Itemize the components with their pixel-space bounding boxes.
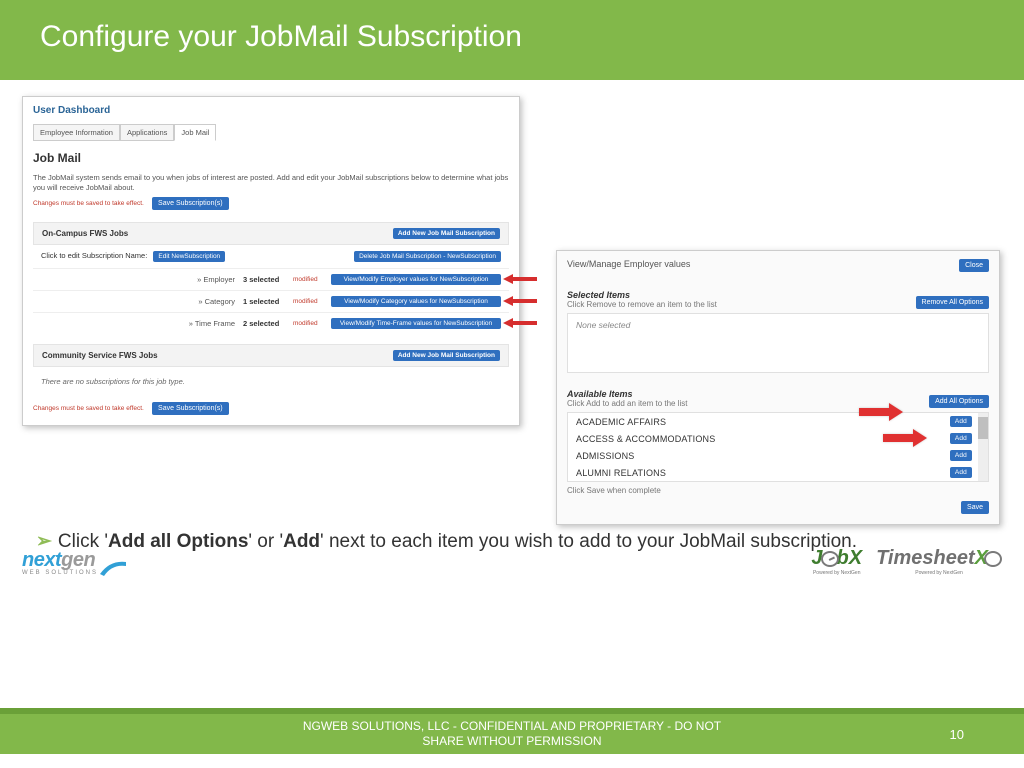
- footer-line2: SHARE WITHOUT PERMISSION: [422, 734, 601, 748]
- jobmail-heading: Job Mail: [33, 151, 509, 165]
- view-timeframe-button[interactable]: View/Modify Time-Frame values for NewSub…: [331, 318, 501, 329]
- swoosh-icon: [100, 560, 126, 576]
- attr-selected-category: 1 selected: [243, 297, 285, 306]
- view-employer-button[interactable]: View/Modify Employer values for NewSubsc…: [331, 274, 501, 285]
- selected-items-list: None selected: [567, 313, 989, 373]
- item-label: ACCESS & ACCOMMODATIONS: [576, 434, 715, 444]
- list-item: ALUMNI RELATIONS Add: [568, 464, 988, 481]
- logos-row: nextgen WEB SOLUTIONS JJbXbX Powered by …: [0, 524, 1024, 576]
- section-oncampus: On-Campus FWS Jobs Add New Job Mail Subs…: [33, 222, 509, 245]
- selected-items-hint: Click Remove to remove an item to the li…: [567, 300, 717, 309]
- add-button[interactable]: Add: [950, 467, 972, 478]
- edit-subscription-button[interactable]: Edit NewSubscription: [153, 251, 225, 262]
- list-item: ADMISSIONS Add: [568, 447, 988, 464]
- attr-row-category: » Category 1 selected modified View/Modi…: [33, 290, 509, 312]
- tab-row: Employee Information Applications Job Ma…: [33, 124, 509, 141]
- attr-label-employer: » Employer: [175, 275, 235, 284]
- save-subscriptions-button-2[interactable]: Save Subscription(s): [152, 402, 229, 415]
- edit-label: Click to edit Subscription Name:: [41, 251, 147, 260]
- add-all-options-button[interactable]: Add All Options: [929, 395, 989, 408]
- right-logos: JJbXbX Powered by NextGen TimesheetX Pow…: [811, 547, 1002, 576]
- delete-subscription-button[interactable]: Delete Job Mail Subscription - NewSubscr…: [354, 251, 501, 262]
- arrow-icon: [503, 274, 537, 284]
- clock-icon: [984, 551, 1002, 567]
- view-category-button[interactable]: View/Modify Category values for NewSubsc…: [331, 296, 501, 307]
- attr-selected-timeframe: 2 selected: [243, 319, 285, 328]
- item-label: ADMISSIONS: [576, 451, 635, 461]
- available-items-hint: Click Add to add an item to the list: [567, 399, 688, 408]
- logo-gen: gen: [61, 549, 95, 571]
- arrow-icon: [883, 429, 927, 447]
- intro-text: The JobMail system sends email to you wh…: [33, 173, 509, 193]
- clock-icon: [821, 551, 839, 567]
- tab-job-mail[interactable]: Job Mail: [174, 124, 216, 141]
- manage-title: View/Manage Employer values: [567, 259, 690, 269]
- add-button[interactable]: Add: [950, 450, 972, 461]
- edit-row: Click to edit Subscription Name: Edit Ne…: [33, 245, 509, 268]
- section-oncampus-title: On-Campus FWS Jobs: [42, 229, 128, 238]
- logo-sub: WEB SOLUTIONS: [22, 570, 98, 576]
- tsx-sub: Powered by NextGen: [876, 570, 1002, 576]
- available-items-title: Available Items: [567, 389, 688, 399]
- left-screenshot: User Dashboard Employee Information Appl…: [22, 96, 520, 426]
- right-screenshot: View/Manage Employer values Close Select…: [556, 250, 1000, 525]
- arrow-icon: [859, 403, 903, 421]
- tsx-a: Timesheet: [876, 547, 975, 570]
- save-subscriptions-button[interactable]: Save Subscription(s): [152, 197, 229, 210]
- arrow-icon: [503, 296, 537, 306]
- changes-note: Changes must be saved to take effect.: [33, 200, 144, 207]
- attr-row-employer: » Employer 3 selected modified View/Modi…: [33, 268, 509, 290]
- dashboard-title: User Dashboard: [33, 105, 509, 116]
- tab-employee-info[interactable]: Employee Information: [33, 124, 120, 141]
- add-new-subscription-button-2[interactable]: Add New Job Mail Subscription: [393, 350, 500, 361]
- section-community-title: Community Service FWS Jobs: [42, 351, 158, 360]
- add-button[interactable]: Add: [950, 416, 972, 427]
- scrollbar-thumb[interactable]: [978, 417, 988, 439]
- logo-next: next: [22, 549, 61, 571]
- attr-label-category: » Category: [175, 297, 235, 306]
- attr-row-timeframe: » Time Frame 2 selected modified View/Mo…: [33, 312, 509, 334]
- close-button[interactable]: Close: [959, 259, 989, 272]
- save-hint: Click Save when complete: [567, 486, 661, 495]
- slide-title: Configure your JobMail Subscription: [0, 0, 1024, 80]
- item-label: ACADEMIC AFFAIRS: [576, 417, 666, 427]
- tab-applications[interactable]: Applications: [120, 124, 174, 141]
- section-community: Community Service FWS Jobs Add New Job M…: [33, 344, 509, 367]
- footer-bar: NGWEB SOLUTIONS, LLC - CONFIDENTIAL AND …: [0, 714, 1024, 754]
- footer-text: NGWEB SOLUTIONS, LLC - CONFIDENTIAL AND …: [303, 719, 721, 749]
- jobx-sub: Powered by NextGen: [811, 570, 862, 576]
- selected-items-title: Selected Items: [567, 290, 717, 300]
- save-button[interactable]: Save: [961, 501, 989, 514]
- nextgen-logo: nextgen WEB SOLUTIONS: [22, 549, 126, 576]
- content-area: User Dashboard Employee Information Appl…: [0, 80, 1024, 636]
- arrow-icon: [503, 318, 537, 328]
- attr-selected-employer: 3 selected: [243, 275, 285, 284]
- attr-modified-category: modified: [293, 298, 323, 305]
- item-label: ALUMNI RELATIONS: [576, 468, 666, 478]
- list-item: ACADEMIC AFFAIRS Add: [568, 413, 988, 430]
- footer-line1: NGWEB SOLUTIONS, LLC - CONFIDENTIAL AND …: [303, 719, 721, 733]
- add-button[interactable]: Add: [950, 433, 972, 444]
- remove-all-button[interactable]: Remove All Options: [916, 296, 989, 309]
- page-number: 10: [950, 727, 964, 742]
- attr-modified-timeframe: modified: [293, 320, 323, 327]
- attr-modified-employer: modified: [293, 276, 323, 283]
- timesheetx-logo: TimesheetX Powered by NextGen: [876, 547, 1002, 576]
- add-new-subscription-button[interactable]: Add New Job Mail Subscription: [393, 228, 500, 239]
- attr-label-timeframe: » Time Frame: [175, 319, 235, 328]
- jobx-logo: JJbXbX Powered by NextGen: [811, 547, 862, 576]
- no-subs-text: There are no subscriptions for this job …: [33, 367, 509, 402]
- changes-note-2: Changes must be saved to take effect.: [33, 405, 144, 412]
